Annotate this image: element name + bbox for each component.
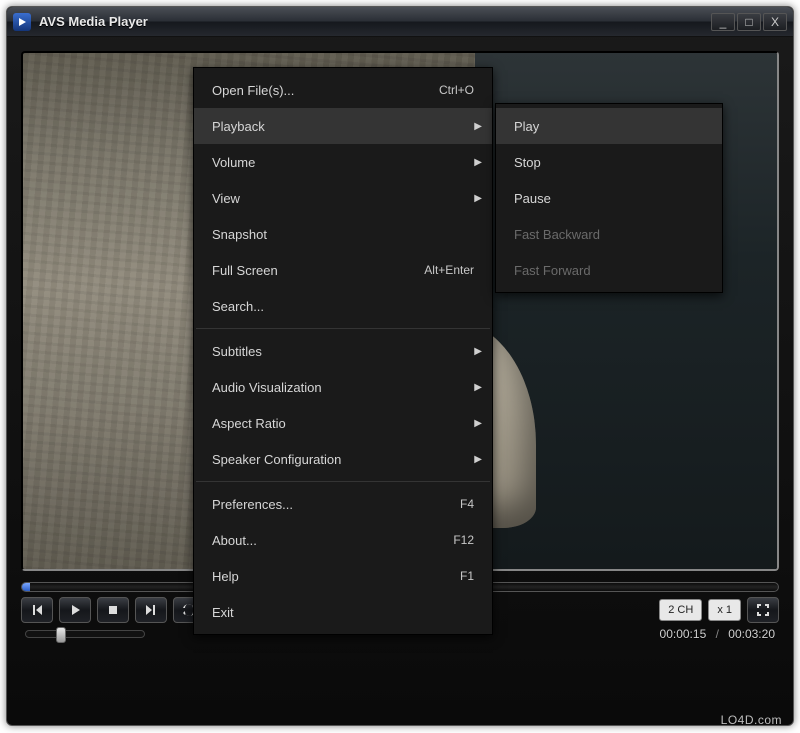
menu-separator bbox=[196, 481, 490, 482]
chevron-right-icon: ▶ bbox=[474, 193, 482, 204]
menu-about[interactable]: About... F12 bbox=[194, 522, 492, 558]
menu-search[interactable]: Search... bbox=[194, 288, 492, 324]
submenu-fast-forward: Fast Forward bbox=[496, 252, 722, 288]
context-menu: Open File(s)... Ctrl+O Playback ▶ Volume… bbox=[193, 67, 493, 635]
volume-thumb[interactable] bbox=[56, 627, 66, 643]
chevron-right-icon: ▶ bbox=[474, 382, 482, 393]
play-button[interactable] bbox=[59, 597, 91, 623]
title-text: AVS Media Player bbox=[39, 14, 711, 29]
menu-open-files[interactable]: Open File(s)... Ctrl+O bbox=[194, 72, 492, 108]
menu-volume[interactable]: Volume ▶ bbox=[194, 144, 492, 180]
playback-submenu: Play Stop Pause Fast Backward Fast Forwa… bbox=[495, 103, 723, 293]
speed-pill[interactable]: x 1 bbox=[708, 599, 741, 621]
menu-aspect-ratio[interactable]: Aspect Ratio ▶ bbox=[194, 405, 492, 441]
chevron-right-icon: ▶ bbox=[474, 157, 482, 168]
submenu-pause[interactable]: Pause bbox=[496, 180, 722, 216]
chevron-right-icon: ▶ bbox=[474, 121, 482, 132]
menu-separator bbox=[196, 328, 490, 329]
time-display: 00:00:15 / 00:03:20 bbox=[660, 627, 775, 641]
app-window: AVS Media Player _ □ X 2 CH x 1 bbox=[6, 6, 794, 726]
menu-snapshot[interactable]: Snapshot bbox=[194, 216, 492, 252]
maximize-button[interactable]: □ bbox=[737, 13, 761, 31]
menu-fullscreen[interactable]: Full Screen Alt+Enter bbox=[194, 252, 492, 288]
next-button[interactable] bbox=[135, 597, 167, 623]
time-total: 00:03:20 bbox=[728, 627, 775, 641]
time-current: 00:00:15 bbox=[660, 627, 707, 641]
submenu-fast-backward: Fast Backward bbox=[496, 216, 722, 252]
close-button[interactable]: X bbox=[763, 13, 787, 31]
chevron-right-icon: ▶ bbox=[474, 454, 482, 465]
chevron-right-icon: ▶ bbox=[474, 346, 482, 357]
menu-preferences[interactable]: Preferences... F4 bbox=[194, 486, 492, 522]
submenu-play[interactable]: Play bbox=[496, 108, 722, 144]
menu-subtitles[interactable]: Subtitles ▶ bbox=[194, 333, 492, 369]
submenu-stop[interactable]: Stop bbox=[496, 144, 722, 180]
menu-playback[interactable]: Playback ▶ bbox=[194, 108, 492, 144]
window-buttons: _ □ X bbox=[711, 13, 787, 31]
volume-slider[interactable] bbox=[25, 630, 145, 638]
watermark: LO4D.com bbox=[721, 713, 782, 727]
menu-speaker-configuration[interactable]: Speaker Configuration ▶ bbox=[194, 441, 492, 477]
menu-help[interactable]: Help F1 bbox=[194, 558, 492, 594]
titlebar[interactable]: AVS Media Player _ □ X bbox=[7, 7, 793, 37]
channel-pill[interactable]: 2 CH bbox=[659, 599, 702, 621]
minimize-button[interactable]: _ bbox=[711, 13, 735, 31]
menu-exit[interactable]: Exit bbox=[194, 594, 492, 630]
prev-button[interactable] bbox=[21, 597, 53, 623]
fullscreen-button[interactable] bbox=[747, 597, 779, 623]
seek-fill bbox=[22, 583, 30, 591]
menu-audio-visualization[interactable]: Audio Visualization ▶ bbox=[194, 369, 492, 405]
chevron-right-icon: ▶ bbox=[474, 418, 482, 429]
menu-view[interactable]: View ▶ bbox=[194, 180, 492, 216]
stop-button[interactable] bbox=[97, 597, 129, 623]
app-icon bbox=[13, 13, 31, 31]
